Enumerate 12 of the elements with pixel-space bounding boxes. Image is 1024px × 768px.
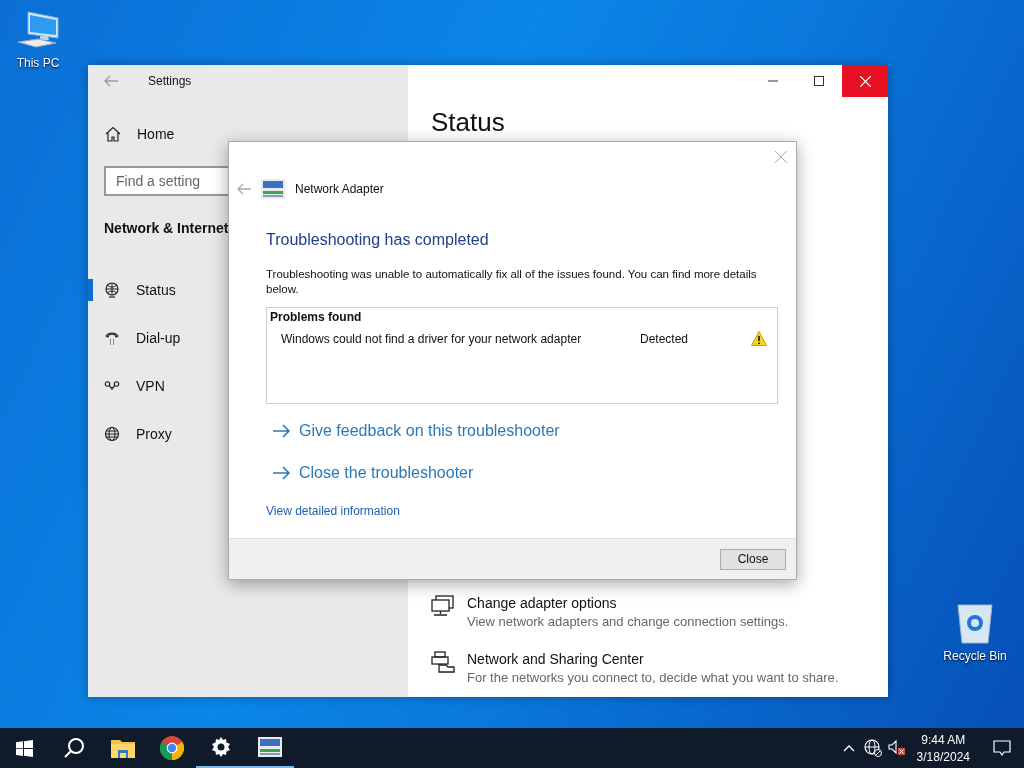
link-description: View network adapters and change connection settings. bbox=[467, 614, 789, 629]
problem-status: Detected bbox=[640, 331, 690, 346]
problem-description: Windows could not find a driver for your network adapter bbox=[281, 331, 583, 346]
link-title: Network and Sharing Center bbox=[467, 651, 645, 667]
page-heading: Status bbox=[431, 107, 506, 137]
problems-header: Problems found bbox=[270, 310, 363, 324]
window-title: Settings bbox=[148, 74, 192, 88]
section-title: Network & Internet bbox=[104, 220, 230, 236]
link-title: Change adapter options bbox=[467, 595, 618, 611]
link-description: For the networks you connect to, decide what you want to share. bbox=[467, 670, 839, 685]
dialog-heading: Troubleshooting has completed bbox=[266, 231, 490, 249]
dialog-message: Troubleshooting was unable to automatically fix all of the issues found. You can find more details below. bbox=[266, 267, 758, 297]
